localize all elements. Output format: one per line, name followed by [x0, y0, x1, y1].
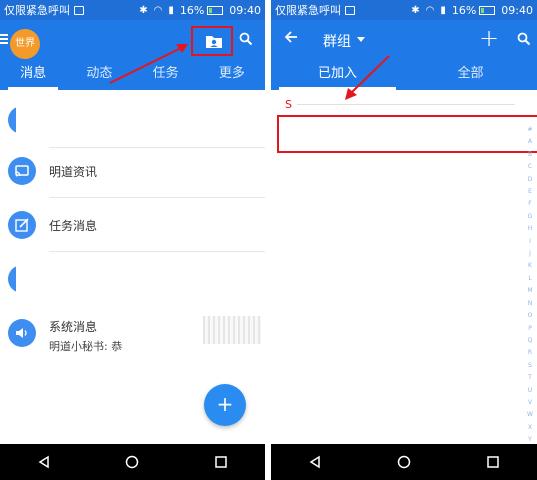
speaker-icon	[16, 328, 27, 338]
contacts-button[interactable]	[191, 26, 233, 56]
alphabet-index-letter[interactable]: B	[528, 149, 532, 161]
alphabet-index-letter[interactable]: #	[527, 124, 532, 136]
alarm-icon: ✱	[139, 4, 148, 16]
list-item-task-messages[interactable]: 任务消息	[0, 198, 265, 252]
alphabet-index-letter[interactable]: T	[528, 372, 532, 384]
alphabet-index-letter[interactable]: D	[528, 174, 533, 186]
add-button[interactable]: +	[204, 384, 246, 426]
section-header-letter: S	[285, 98, 292, 111]
main-tabs: 消息 动态 任务 更多	[0, 60, 265, 90]
alphabet-index-letter[interactable]: X	[528, 422, 532, 434]
battery-percent: 16%	[451, 3, 477, 17]
section-divider	[297, 104, 515, 105]
plus-icon[interactable]: +	[479, 26, 499, 50]
app-bar: 世界 消息 动态 任务 更多	[0, 20, 265, 90]
cast-icon	[15, 165, 29, 177]
alphabet-index-letter[interactable]: J	[529, 248, 531, 260]
alphabet-index-letter[interactable]: Q	[528, 335, 533, 347]
task-edit-icon	[15, 218, 29, 232]
contacts-folder-icon	[206, 36, 222, 48]
alphabet-index-letter[interactable]: S	[528, 360, 532, 372]
triangle-back-icon[interactable]	[308, 455, 322, 469]
list-item-mingdao-news[interactable]: 明道资讯	[0, 144, 265, 198]
alphabet-index-letter[interactable]: K	[528, 260, 532, 272]
tab-more[interactable]: 更多	[199, 60, 265, 90]
page-title[interactable]: 群组	[323, 31, 351, 51]
list-item-title: 任务消息	[49, 219, 98, 233]
status-time: 09:40	[229, 3, 261, 17]
image-notification-icon	[345, 5, 355, 15]
alphabet-index-letter[interactable]: I	[529, 236, 531, 248]
alphabet-index-letter[interactable]: G	[528, 211, 533, 223]
alphabet-index-letter[interactable]: R	[528, 347, 532, 359]
app-bar: 群组 + 已加入 全部	[271, 20, 537, 90]
tab-tasks[interactable]: 任务	[133, 60, 199, 90]
alphabet-index-letter[interactable]: L	[528, 273, 531, 285]
wifi-icon: ◠	[425, 4, 435, 16]
battery-percent: 16%	[179, 3, 205, 17]
avatar[interactable]: 世界	[10, 29, 40, 59]
status-bar: 仅限紧急呼叫 ✱ ◠ ▮ 16% 09:40	[271, 0, 537, 20]
list-item-subtitle: 明道小秘书: 恭	[49, 340, 123, 353]
status-time: 09:40	[501, 3, 533, 17]
alphabet-index-letter[interactable]: H	[528, 223, 533, 235]
sim-icon: ▮	[168, 4, 174, 16]
news-circle	[8, 157, 36, 185]
task-circle	[8, 211, 36, 239]
circle-home-icon[interactable]	[125, 455, 139, 469]
triangle-back-icon[interactable]	[37, 455, 51, 469]
carrier-text: 仅限紧急呼叫	[4, 4, 70, 17]
circle-home-icon[interactable]	[397, 455, 411, 469]
message-list: 明道资讯 任务消息 系统消息 明道小秘书: 恭 +	[0, 90, 265, 444]
alphabet-index-letter[interactable]: W	[527, 409, 533, 421]
alphabet-index-letter[interactable]: V	[528, 397, 532, 409]
alphabet-index-letter[interactable]: O	[528, 310, 533, 322]
battery-icon	[479, 5, 496, 15]
alphabet-index-letter[interactable]: C	[528, 161, 532, 173]
tab-feed[interactable]: 动态	[66, 60, 132, 90]
redacted-area	[16, 104, 196, 144]
square-recent-icon[interactable]	[486, 455, 500, 469]
list-item-title: 系统消息	[49, 320, 98, 334]
tab-all[interactable]: 全部	[404, 60, 537, 90]
group-list: S #ABCDEFGHIJKLMNOPQRSTUVWXYZ	[271, 90, 537, 456]
carrier-text: 仅限紧急呼叫	[275, 4, 341, 17]
chevron-down-icon[interactable]	[357, 37, 365, 42]
group-tabs: 已加入 全部	[271, 60, 537, 90]
blurred-timestamp	[203, 316, 261, 344]
nav-bar	[0, 444, 265, 480]
search-icon[interactable]	[239, 32, 253, 46]
alphabet-index-letter[interactable]: N	[528, 298, 533, 310]
status-bar: 仅限紧急呼叫 ✱ ◠ ▮ 16% 09:40	[0, 0, 265, 20]
image-notification-icon	[74, 5, 84, 15]
group-list-item[interactable]	[277, 115, 537, 153]
search-icon[interactable]	[517, 32, 531, 46]
wifi-icon: ◠	[153, 4, 163, 16]
redacted-area	[16, 260, 196, 304]
list-item-title: 明道资讯	[49, 165, 98, 179]
nav-bar	[271, 444, 537, 480]
square-recent-icon[interactable]	[214, 455, 228, 469]
arrow-back-icon[interactable]	[284, 30, 298, 44]
alphabet-index-letter[interactable]: M	[527, 285, 532, 297]
alphabet-index-letter[interactable]: F	[528, 198, 531, 210]
right-screenshot: 仅限紧急呼叫 ✱ ◠ ▮ 16% 09:40 群组 + 已加入 全部 S # A B…	[271, 0, 537, 480]
hamburger-icon[interactable]	[0, 34, 8, 44]
alphabet-index[interactable]: #ABCDEFGHIJKLMNOPQRSTUVWXYZ	[525, 124, 535, 459]
system-circle	[8, 319, 36, 347]
tab-messages[interactable]: 消息	[0, 60, 66, 90]
alphabet-index-letter[interactable]: P	[528, 323, 532, 335]
battery-icon	[207, 5, 224, 15]
tab-joined[interactable]: 已加入	[271, 60, 404, 90]
sim-icon: ▮	[440, 4, 446, 16]
alphabet-index-letter[interactable]: E	[528, 186, 532, 198]
left-screenshot: 仅限紧急呼叫 ✱ ◠ ▮ 16% 09:40 世界 消息 动态 任务 更多 明道…	[0, 0, 265, 480]
alphabet-index-letter[interactable]: A	[528, 136, 532, 148]
alarm-icon: ✱	[411, 4, 420, 16]
alphabet-index-letter[interactable]: U	[528, 385, 532, 397]
